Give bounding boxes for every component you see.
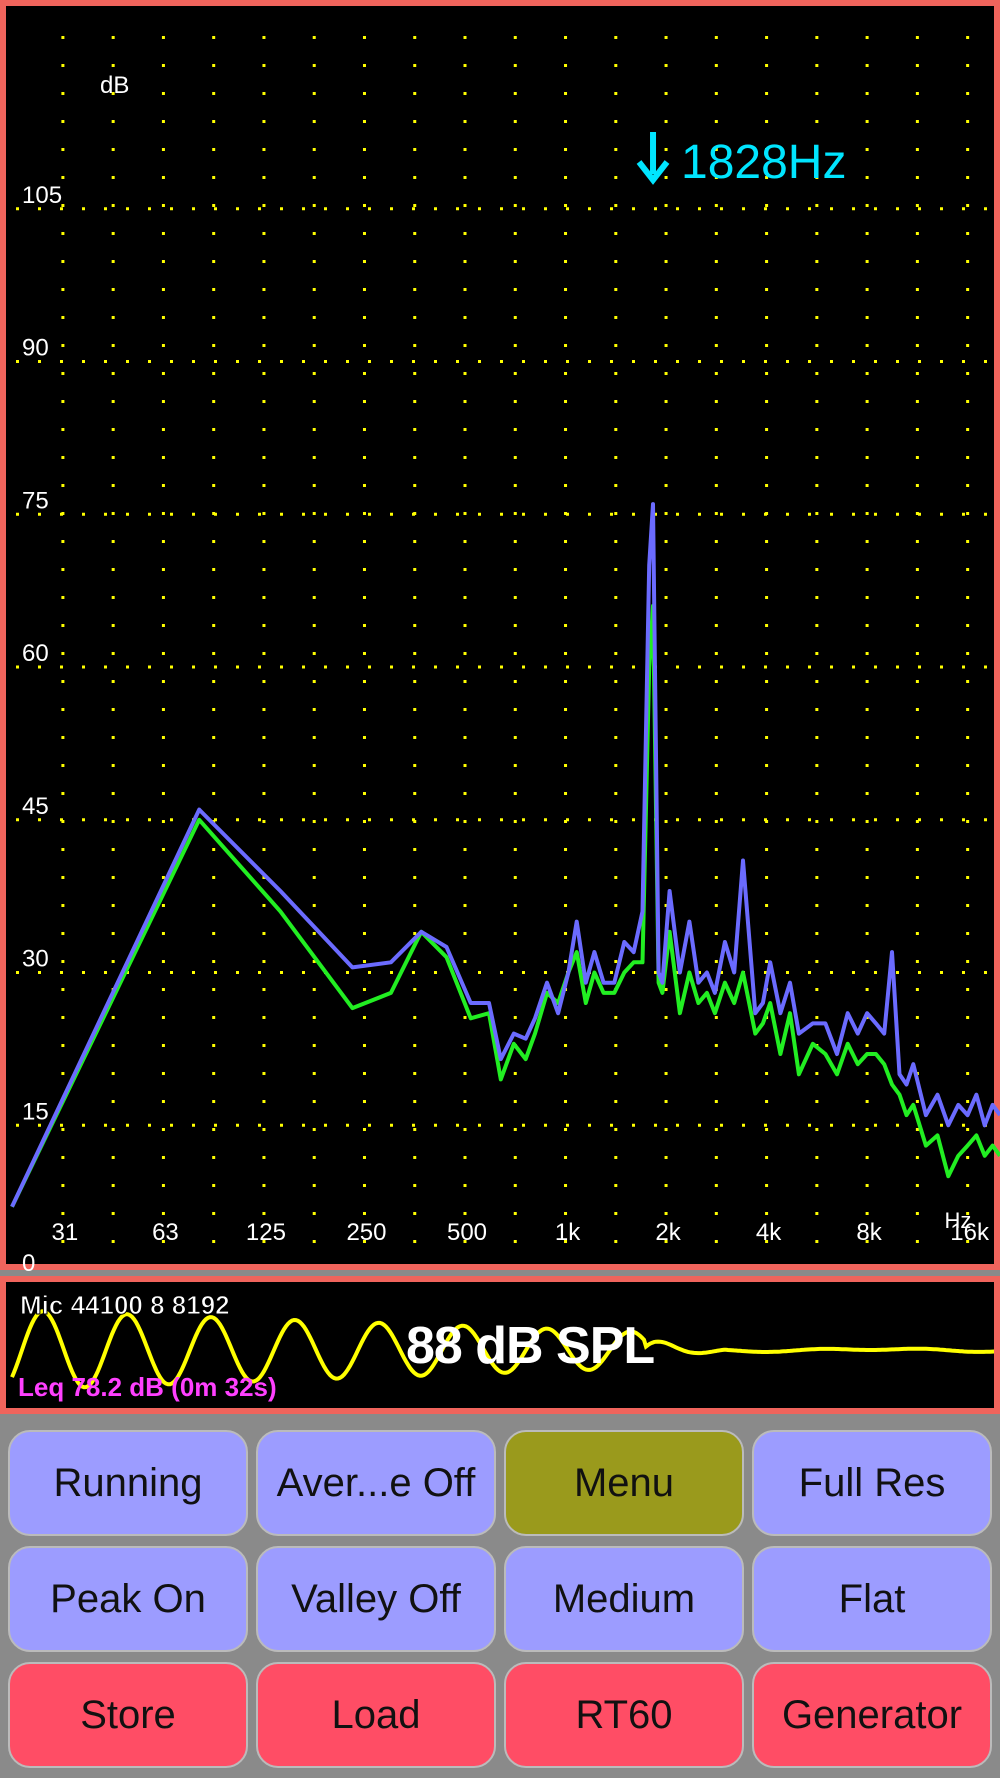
current-spectrum-trace [10,603,1000,1208]
average-button[interactable]: Aver...e Off [256,1430,496,1536]
y-unit-label: dB [100,72,129,99]
x-tick-label: 31 [52,1219,79,1246]
leq-label: Leq 78.2 dB (0m 32s) [18,1372,277,1402]
x-tick-label: 2k [655,1219,681,1246]
flat-button[interactable]: Flat [752,1546,992,1652]
x-tick-label: 8k [856,1219,882,1246]
medium-button[interactable]: Medium [504,1546,744,1652]
mic-info-label: Mic 44100 8 8192 [20,1290,231,1321]
y-tick-label: 90 [22,335,49,362]
load-button[interactable]: Load [256,1662,496,1768]
control-button-grid: Running Aver...e Off Menu Full Res Peak … [0,1420,1000,1778]
running-button[interactable]: Running [8,1430,248,1536]
peak-button[interactable]: Peak On [8,1546,248,1652]
x-unit-label: Hz [945,1208,972,1233]
spectrum-chart: 105 90 75 60 45 30 15 0 dB 31 63 125 250 500 1k 2k 4k 8k 1… [10,36,1000,1276]
x-tick-label: 4k [756,1219,782,1246]
y-tick-label: 45 [22,793,49,820]
y-tick-label: 30 [22,946,49,973]
peak-frequency-label: 1828Hz [681,136,846,189]
menu-button[interactable]: Menu [504,1430,744,1536]
x-tick-label: 250 [346,1219,386,1246]
spectrum-panel[interactable]: 105 90 75 60 45 30 15 0 dB 31 63 125 250 500 1k 2k 4k 8k 1… [0,0,1000,1276]
y-tick-label: 0 [22,1250,35,1276]
spl-reading: 88 dB SPL [406,1317,655,1375]
y-tick-label: 75 [22,487,49,514]
rt60-button[interactable]: RT60 [504,1662,744,1768]
store-button[interactable]: Store [8,1662,248,1768]
x-tick-label: 125 [246,1219,286,1246]
peak-marker-arrow-icon [636,132,670,185]
y-tick-label: 105 [22,182,62,209]
peak-hold-trace [10,502,1000,1208]
full-res-button[interactable]: Full Res [752,1430,992,1536]
waveform-panel: Mic 44100 8 8192 88 dB SPL Leq 78.2 dB (… [0,1276,1000,1414]
generator-button[interactable]: Generator [752,1662,992,1768]
x-tick-label: 500 [447,1219,487,1246]
y-tick-label: 60 [22,640,49,667]
x-tick-label: 1k [555,1219,581,1246]
valley-button[interactable]: Valley Off [256,1546,496,1652]
x-tick-label: 63 [152,1219,179,1246]
y-tick-label: 15 [22,1098,49,1125]
